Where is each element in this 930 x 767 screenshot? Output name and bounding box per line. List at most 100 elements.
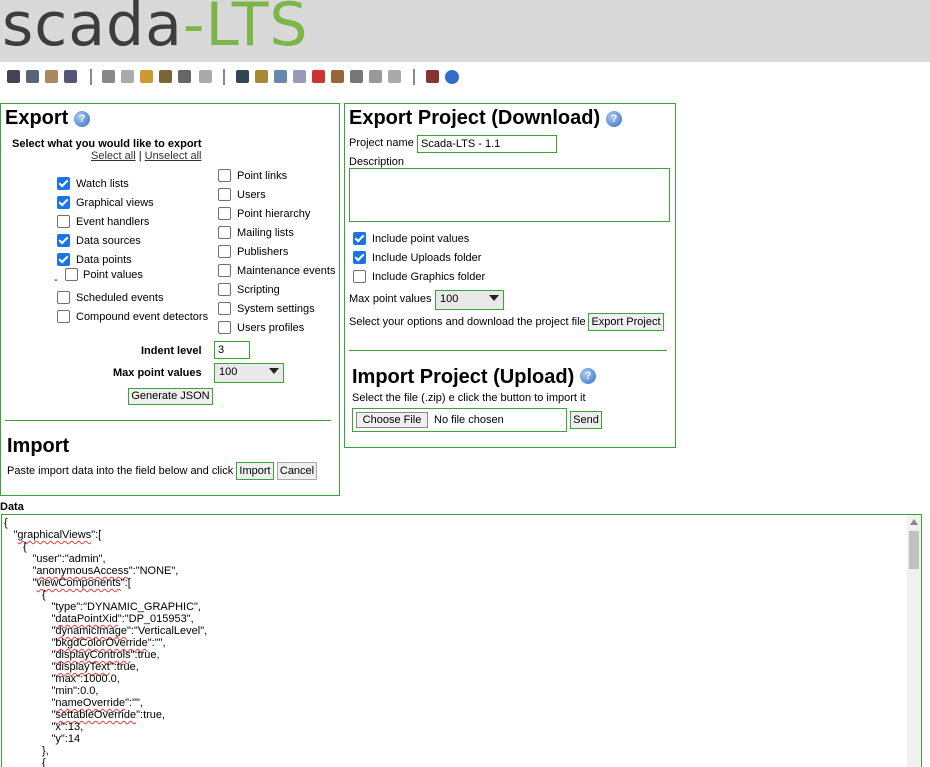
checkbox-label: Data points (76, 254, 132, 266)
export-project-button[interactable]: Export Project (588, 313, 664, 331)
description-label: Description (349, 156, 405, 168)
checkbox-label: Point links (237, 170, 288, 182)
help-icon[interactable]: ? (606, 111, 622, 127)
antenna-icon[interactable] (312, 70, 325, 83)
data-textarea[interactable]: {"graphicalViews":[{"user":"admin", "anon… (1, 514, 922, 767)
checkbox-label: Event handlers (76, 216, 150, 228)
users-icon[interactable] (255, 70, 268, 83)
checkbox[interactable] (57, 253, 70, 266)
max-point-values-select[interactable]: 100 (214, 363, 284, 383)
eraser-icon[interactable] (199, 70, 212, 83)
checkbox[interactable] (353, 232, 366, 245)
unselect-all-link[interactable]: Unselect all (145, 150, 202, 162)
logout-icon[interactable] (426, 70, 439, 83)
checkbox-label: Point values (83, 269, 143, 281)
select-all-link[interactable]: Select all (91, 150, 136, 162)
checkbox[interactable] (218, 283, 231, 296)
hammer-icon[interactable] (331, 70, 344, 83)
checkbox-label: Watch lists (76, 178, 129, 190)
checkbox[interactable] (57, 215, 70, 228)
code-line: "nameOverride":"", (51, 697, 143, 709)
export-panel: Export ? Select what you would like to e… (0, 103, 340, 496)
scrollbar[interactable] (907, 515, 921, 767)
monitor-icon[interactable] (7, 70, 20, 83)
toolbar-separator (90, 69, 92, 85)
checkbox-label: Include point values (372, 233, 470, 245)
code-line: "bkgdColorOverride":"", (51, 637, 166, 649)
select-links: Select all | Unselect all (91, 150, 202, 162)
documents-icon[interactable] (293, 70, 306, 83)
book-icon[interactable] (64, 70, 77, 83)
project-max-select[interactable]: 100 (435, 290, 504, 310)
page-icon[interactable] (388, 70, 401, 83)
export-select-label: Select what you would like to export (12, 138, 202, 150)
description-textarea[interactable] (349, 168, 670, 222)
gear-icon[interactable] (102, 70, 115, 83)
indent-level-input[interactable]: 3 (214, 341, 250, 359)
import-button[interactable]: Import (236, 462, 274, 480)
code-line: "graphicalViews":[ (13, 529, 102, 541)
bug-icon[interactable] (159, 70, 172, 83)
checkbox[interactable] (57, 234, 70, 247)
help-icon[interactable]: ? (74, 111, 90, 127)
chevron-down-icon (269, 368, 279, 374)
code-line: "y":14 (51, 733, 81, 745)
scroll-up-icon[interactable] (910, 519, 918, 525)
checkbox[interactable] (218, 302, 231, 315)
max-point-values-label: Max point values (113, 367, 202, 379)
toolbar-separator (223, 69, 225, 85)
checkbox[interactable] (57, 291, 70, 304)
checkbox[interactable] (218, 207, 231, 220)
checkbox[interactable] (57, 196, 70, 209)
import-project-description: Select the file (.zip) e click the butto… (352, 392, 586, 404)
code-line: "type":"DYNAMIC_GRAPHIC", (51, 601, 201, 613)
generate-json-button[interactable]: Generate JSON (128, 388, 213, 405)
choose-file-button[interactable]: Choose File (356, 412, 428, 428)
export-title: Export (5, 107, 69, 129)
code-line: "displayText":true, (51, 661, 139, 673)
help-icon[interactable]: ? (580, 368, 596, 384)
user-icon[interactable] (236, 70, 249, 83)
database-icon[interactable] (121, 70, 134, 83)
checkbox-label: Mailing lists (237, 227, 294, 239)
pencil-icon[interactable] (45, 70, 58, 83)
checkbox[interactable] (218, 321, 231, 334)
checkbox-label: Users (237, 189, 266, 201)
code-line: "user":"admin", (32, 553, 106, 565)
code-line: "x":13, (51, 721, 84, 733)
checkbox[interactable] (218, 264, 231, 277)
checkbox-label: Users profiles (237, 322, 305, 334)
checkbox[interactable] (57, 177, 70, 190)
import-title: Import (7, 435, 70, 457)
clock-icon[interactable] (140, 70, 153, 83)
file-input[interactable]: Choose File No file chosen (352, 408, 567, 432)
checkbox[interactable] (218, 226, 231, 239)
checkbox-label: Maintenance events (237, 265, 336, 277)
hat-icon[interactable] (178, 70, 191, 83)
table-icon[interactable] (350, 70, 363, 83)
divider (349, 350, 667, 351)
project-name-label: Project name (349, 137, 414, 149)
checkbox[interactable] (218, 245, 231, 258)
checkbox[interactable] (353, 251, 366, 264)
chevron-down-icon (489, 295, 499, 301)
import-description: Paste import data into the field below a… (7, 465, 234, 477)
checkbox[interactable] (218, 188, 231, 201)
image-icon[interactable] (26, 70, 39, 83)
checkbox[interactable] (353, 270, 366, 283)
folders-icon[interactable] (274, 70, 287, 83)
checkbox[interactable] (65, 268, 78, 281)
help-icon[interactable] (445, 70, 459, 84)
send-button[interactable]: Send (570, 411, 602, 429)
code-icon[interactable] (369, 70, 382, 83)
checkbox-label: Include Uploads folder (372, 252, 482, 264)
export-project-title: Export Project (Download) (349, 107, 601, 129)
checkbox[interactable] (57, 310, 70, 323)
scroll-thumb[interactable] (909, 531, 919, 569)
code-line: "viewComponents":[ (32, 577, 131, 589)
scada-lts-logo: scada-LTS (2, 0, 309, 60)
checkbox[interactable] (218, 169, 231, 182)
project-name-input[interactable]: Scada-LTS - 1.1 (417, 135, 557, 153)
code-line: }, (42, 745, 49, 757)
cancel-button[interactable]: Cancel (277, 462, 317, 480)
